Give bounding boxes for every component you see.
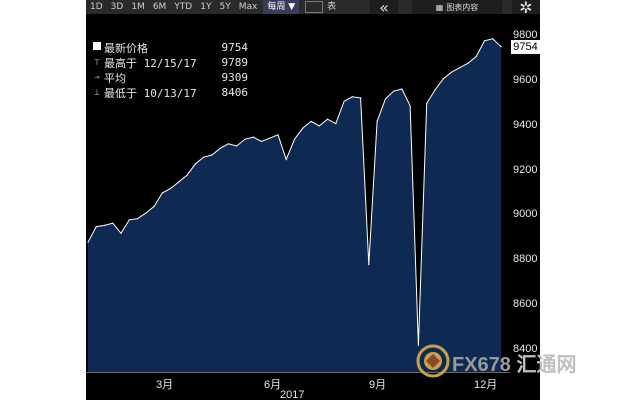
data-point [244,138,246,140]
high-marker-icon: ⊤ [94,57,100,68]
x-tick-label: 6月 [264,379,282,391]
data-point [500,46,502,48]
data-point [260,140,263,143]
data-point [95,226,97,228]
watermark-logo-icon [416,344,450,378]
data-point [219,147,221,149]
data-point [384,98,386,100]
data-point [376,120,378,122]
data-point [137,218,139,220]
data-point [203,156,205,158]
data-point [401,88,403,90]
data-point [227,143,229,145]
data-point [252,136,254,138]
data-point [170,187,172,190]
data-point [475,55,477,58]
data-point [442,78,444,80]
low-value: 8406 [221,86,249,99]
x-tick-label: 9月 [369,379,387,391]
data-point [426,102,428,105]
data-point [269,137,271,139]
y-tick-label: 9200 [513,163,538,176]
chart-legend: 最新价格 9754 ⊤ 最高于 12/15/17 9789 ⊸ 平均 9309 … [90,40,248,102]
data-point [483,40,486,42]
data-point [194,163,196,165]
data-point [450,71,452,73]
data-point [277,134,279,136]
data-point [145,212,147,214]
watermark-text: FX678 汇通网 [452,354,577,376]
data-point [409,105,411,107]
data-point [103,224,106,226]
data-point [178,181,180,183]
data-point [393,90,395,92]
data-point [343,100,345,102]
last-value: 9754 [221,41,249,54]
year-label: 2017 [280,389,305,400]
legend-avg: ⊸ 平均 9309 [90,70,248,85]
data-point [318,125,320,127]
high-label: 最高于 12/15/17 [104,56,197,70]
data-point [153,205,155,207]
data-point [186,174,188,176]
data-point [360,97,362,99]
data-point [285,158,287,160]
data-point [467,62,469,64]
gear-icon[interactable]: ✲ [512,0,540,17]
y-tick-label: 9400 [513,118,538,131]
legend-low: ⊥ 最低于 10/13/17 8406 [90,85,248,100]
legend-high: ⊤ 最高于 12/15/17 9789 [90,55,248,70]
x-tick-label: 3月 [156,379,174,391]
data-point [293,138,296,140]
average-marker-icon: ⊸ [94,72,100,83]
data-point [492,38,494,40]
data-point [302,127,304,129]
last-price-swatch-icon [90,42,104,53]
data-point [112,222,114,224]
low-marker-icon: ⊥ [94,87,100,98]
data-point [310,120,312,122]
data-point [368,264,370,266]
data-point [161,192,163,194]
data-point [120,232,122,234]
data-point [434,89,436,91]
data-point [211,154,213,156]
data-point [459,67,461,69]
avg-value: 9309 [221,71,249,84]
avg-label: 平均 [104,71,126,85]
legend-last: 最新价格 9754 [90,40,248,55]
data-point [335,123,337,125]
price-chart[interactable] [0,0,510,372]
high-value: 9789 [221,56,249,69]
y-tick-label: 9600 [513,74,538,87]
price-axis: 9800 9600 9400 9200 9000 8800 8600 8400 [509,14,540,375]
y-tick-label: 9000 [513,208,538,221]
data-point [87,241,89,243]
last-label: 最新价格 [104,41,148,55]
data-point [326,118,329,120]
data-point [128,219,130,221]
low-label: 最低于 10/13/17 [104,86,197,100]
y-tick-label: 8800 [513,253,538,266]
data-point [351,96,353,98]
y-tick-label: 8600 [513,297,538,310]
watermark: FX678 汇通网 [416,340,626,384]
data-point [236,145,238,147]
last-price-tag: 9754 [511,39,540,54]
